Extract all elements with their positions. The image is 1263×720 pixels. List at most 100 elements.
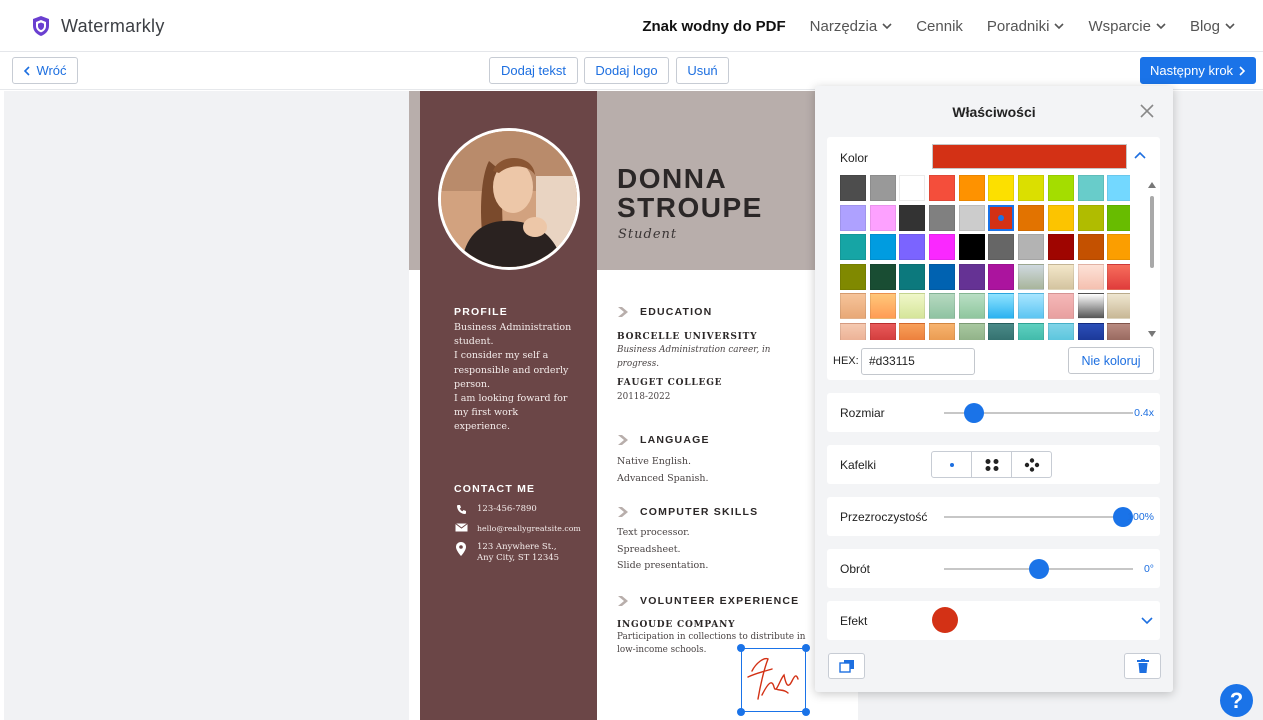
- color-swatch[interactable]: [958, 175, 985, 201]
- color-swatch[interactable]: [899, 293, 926, 319]
- color-swatch[interactable]: [1107, 263, 1130, 290]
- color-swatch[interactable]: [1047, 234, 1074, 260]
- color-swatch[interactable]: [869, 175, 896, 201]
- nav-item-guides[interactable]: Poradniki: [987, 18, 1065, 35]
- color-swatch[interactable]: [988, 234, 1015, 260]
- close-icon[interactable]: [1139, 103, 1155, 119]
- color-swatch[interactable]: [1077, 175, 1104, 201]
- add-logo-button[interactable]: Dodaj logo: [584, 57, 669, 84]
- color-swatch[interactable]: [899, 263, 926, 290]
- color-swatch[interactable]: [840, 293, 866, 319]
- color-swatch[interactable]: [899, 204, 926, 231]
- add-text-button[interactable]: Dodaj tekst: [489, 57, 578, 84]
- color-swatch[interactable]: [958, 322, 985, 340]
- back-button[interactable]: Wróć: [12, 57, 78, 84]
- delete-button[interactable]: [1124, 653, 1161, 679]
- color-swatch[interactable]: [1018, 204, 1045, 231]
- color-swatch[interactable]: [1107, 293, 1130, 319]
- nav-item-pdf-watermark[interactable]: Znak wodny do PDF: [642, 18, 785, 35]
- resize-handle[interactable]: [802, 708, 810, 716]
- color-swatch[interactable]: [1018, 234, 1045, 260]
- tile-single-option[interactable]: [932, 452, 972, 477]
- resize-handle[interactable]: [737, 708, 745, 716]
- color-swatch[interactable]: [988, 175, 1015, 201]
- color-swatch[interactable]: [1077, 234, 1104, 260]
- opacity-slider[interactable]: [944, 507, 1133, 527]
- color-swatch[interactable]: [929, 234, 956, 260]
- chevron-up-icon[interactable]: [1134, 151, 1146, 159]
- color-swatch[interactable]: [958, 204, 985, 231]
- nav-item-pricing[interactable]: Cennik: [916, 18, 963, 35]
- signature-watermark[interactable]: [737, 644, 810, 716]
- color-swatch[interactable]: [869, 204, 896, 231]
- remove-button[interactable]: Usuń: [676, 57, 729, 84]
- size-slider-knob[interactable]: [964, 403, 985, 423]
- color-swatch[interactable]: [1077, 322, 1104, 340]
- color-swatch[interactable]: [929, 322, 956, 340]
- color-swatch[interactable]: [929, 293, 956, 319]
- color-swatch[interactable]: [840, 204, 866, 231]
- color-swatch[interactable]: [1047, 263, 1074, 290]
- color-swatch[interactable]: [1077, 263, 1104, 290]
- color-swatch[interactable]: [1047, 293, 1074, 319]
- size-slider[interactable]: [944, 403, 1133, 423]
- color-swatch[interactable]: [899, 234, 926, 260]
- scroll-up-icon[interactable]: [1148, 182, 1156, 188]
- color-swatch[interactable]: [929, 175, 956, 201]
- color-swatch[interactable]: [899, 175, 926, 201]
- rotation-slider[interactable]: [944, 559, 1133, 579]
- color-swatch[interactable]: [1107, 175, 1130, 201]
- effect-color-preview[interactable]: [932, 607, 958, 633]
- tile-diagonal-option[interactable]: [1012, 452, 1051, 477]
- color-swatch[interactable]: [1018, 322, 1045, 340]
- color-swatch[interactable]: [1107, 322, 1130, 340]
- color-swatch[interactable]: [958, 293, 985, 319]
- color-swatch[interactable]: [869, 322, 896, 340]
- rotation-slider-knob[interactable]: [1028, 559, 1049, 579]
- help-button[interactable]: ?: [1220, 684, 1253, 717]
- color-swatch[interactable]: [958, 234, 985, 260]
- nav-item-tools[interactable]: Narzędzia: [810, 18, 893, 35]
- no-color-button[interactable]: Nie koloruj: [1068, 347, 1154, 374]
- color-swatch[interactable]: [988, 204, 1015, 231]
- color-swatch[interactable]: [869, 263, 896, 290]
- color-swatch[interactable]: [1047, 322, 1074, 340]
- color-swatch[interactable]: [988, 322, 1015, 340]
- scroll-thumb[interactable]: [1150, 196, 1154, 268]
- color-swatch[interactable]: [869, 234, 896, 260]
- color-swatch[interactable]: [929, 263, 956, 290]
- color-swatch[interactable]: [1047, 175, 1074, 201]
- scroll-down-icon[interactable]: [1148, 331, 1156, 337]
- color-swatch[interactable]: [1018, 263, 1045, 290]
- color-swatch[interactable]: [869, 293, 896, 319]
- nav-item-support[interactable]: Wsparcie: [1088, 18, 1166, 35]
- color-swatch[interactable]: [840, 322, 866, 340]
- logo[interactable]: Watermarkly: [31, 15, 165, 37]
- color-swatch[interactable]: [899, 322, 926, 340]
- current-color-bar[interactable]: [932, 144, 1127, 169]
- color-swatch[interactable]: [1107, 204, 1130, 231]
- color-swatch[interactable]: [1018, 293, 1045, 319]
- swatch-scrollbar[interactable]: [1148, 182, 1156, 337]
- color-swatch[interactable]: [840, 263, 866, 290]
- tile-grid-option[interactable]: [972, 452, 1012, 477]
- hex-input[interactable]: #d33115: [861, 348, 975, 375]
- next-step-button[interactable]: Następny krok: [1140, 57, 1256, 84]
- resize-handle[interactable]: [802, 644, 810, 652]
- color-swatch[interactable]: [929, 204, 956, 231]
- resize-handle[interactable]: [737, 644, 745, 652]
- chevron-down-icon[interactable]: [1141, 617, 1153, 625]
- color-swatch[interactable]: [1107, 234, 1130, 260]
- color-swatch[interactable]: [1077, 204, 1104, 231]
- nav-item-blog[interactable]: Blog: [1190, 18, 1235, 35]
- color-swatch[interactable]: [988, 263, 1015, 290]
- color-swatch[interactable]: [840, 234, 866, 260]
- color-swatch[interactable]: [958, 263, 985, 290]
- color-swatch[interactable]: [1047, 204, 1074, 231]
- color-swatch[interactable]: [1077, 293, 1104, 319]
- color-swatch[interactable]: [988, 293, 1015, 319]
- duplicate-button[interactable]: [828, 653, 865, 679]
- color-swatch[interactable]: [1018, 175, 1045, 201]
- color-swatch[interactable]: [840, 175, 866, 201]
- rotation-value: 0°: [1143, 563, 1154, 575]
